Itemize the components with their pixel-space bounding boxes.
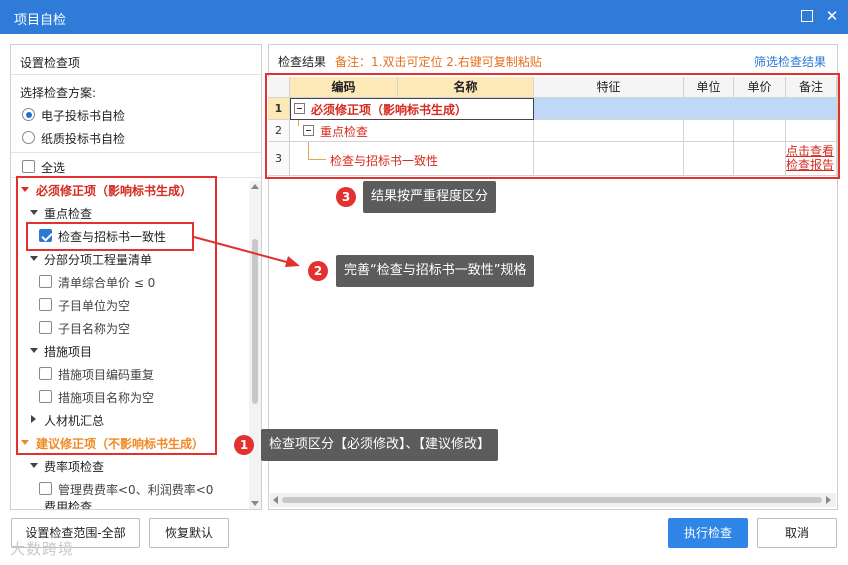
callout-1: 检查项区分【必须修改】、【建议修改】 (261, 429, 499, 461)
callout-badge-3: 3 (336, 187, 356, 207)
watermark: 大数跨境 (10, 540, 75, 558)
callout-badge-2: 2 (308, 261, 328, 281)
callout-3: 结果按严重程度区分 (363, 181, 497, 213)
callout-2: 完善“检查与招标书一致性”规格 (336, 255, 535, 287)
callout-badge-1: 1 (234, 435, 254, 455)
